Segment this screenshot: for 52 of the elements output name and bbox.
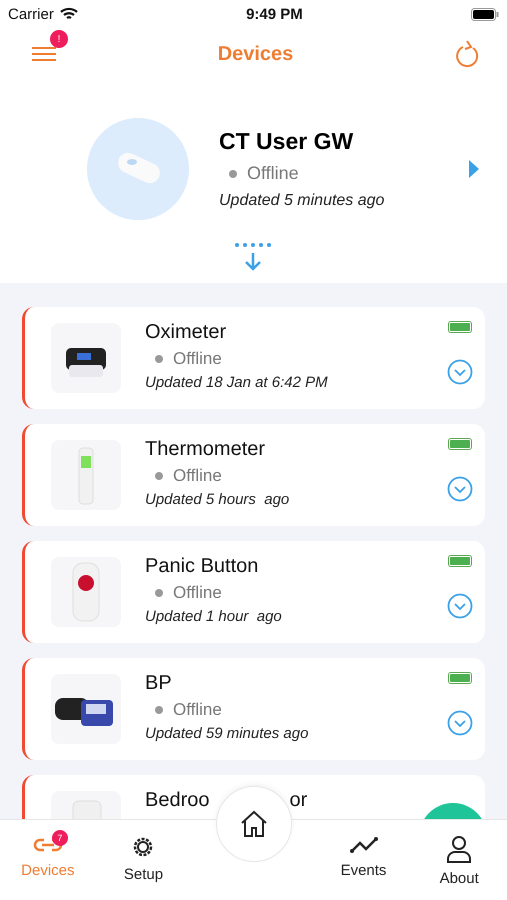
line-chart-icon — [348, 834, 378, 856]
device-updated: Updated 1 hour ago — [145, 608, 283, 625]
device-status: Offline — [173, 583, 222, 603]
chevron-down-icon — [447, 476, 473, 502]
tab-item[interactable]: Events — [316, 820, 412, 900]
notification-badge: ! — [50, 30, 68, 48]
dotted-down-arrow-icon — [234, 242, 274, 272]
chevron-down-icon — [447, 359, 473, 385]
chevron-down-icon — [447, 593, 473, 619]
gateway-updated: Updated 5 minutes ago — [219, 192, 386, 210]
device-updated: Updated 18 Jan at 6:42 PM — [145, 374, 329, 391]
device-updated: Updated 59 minutes ago — [145, 725, 310, 742]
status-dot — [229, 170, 237, 178]
expand-button[interactable] — [447, 476, 473, 502]
clock-time: 9:49 PM — [246, 6, 303, 22]
status-dot — [155, 589, 163, 597]
status-dot — [155, 355, 163, 363]
device-updated: Updated 5 hours ago — [145, 491, 290, 508]
device-card[interactable]: Panic Button Offline Updated 1 hour ago — [22, 541, 485, 643]
menu-icon — [31, 44, 57, 64]
tab-item[interactable]: Setup — [96, 820, 192, 900]
expand-button[interactable] — [447, 359, 473, 385]
tab-item[interactable]: Devices 7 — [0, 820, 96, 900]
device-status: Offline — [173, 349, 222, 369]
gateway-name: CT User GW — [219, 128, 354, 155]
status-dot — [155, 706, 163, 714]
status-dot — [155, 472, 163, 480]
wifi-icon — [60, 7, 78, 21]
count-badge: 7 — [52, 830, 68, 846]
device-name: Bedroo — [145, 789, 210, 812]
caret-right-icon[interactable] — [469, 160, 479, 178]
device-card[interactable]: Thermometer Offline Updated 5 hours ago — [22, 424, 485, 526]
device-card[interactable]: Oximeter Offline Updated 18 Jan at 6:42 PM — [22, 307, 485, 409]
page-title: Devices — [218, 42, 294, 66]
device-name: or — [290, 789, 308, 812]
home-icon — [239, 809, 269, 839]
battery-icon — [470, 8, 499, 20]
device-name: Panic Button — [145, 555, 258, 578]
chevron-down-icon — [447, 710, 473, 736]
user-icon — [445, 834, 474, 864]
device-status: Offline — [173, 700, 222, 720]
refresh-icon — [453, 39, 481, 69]
device-card[interactable]: BP Offline Updated 59 minutes ago — [22, 658, 485, 760]
expand-button[interactable] — [447, 593, 473, 619]
device-name: Thermometer — [145, 438, 266, 461]
tab-item[interactable]: About — [411, 820, 507, 900]
device-name: Oximeter — [145, 321, 226, 344]
device-name: BP — [145, 672, 172, 695]
carrier-name: Carrier — [8, 6, 54, 22]
gateway-status: Offline — [247, 163, 299, 184]
device-status: Offline — [173, 466, 222, 486]
expand-button[interactable] — [447, 710, 473, 736]
